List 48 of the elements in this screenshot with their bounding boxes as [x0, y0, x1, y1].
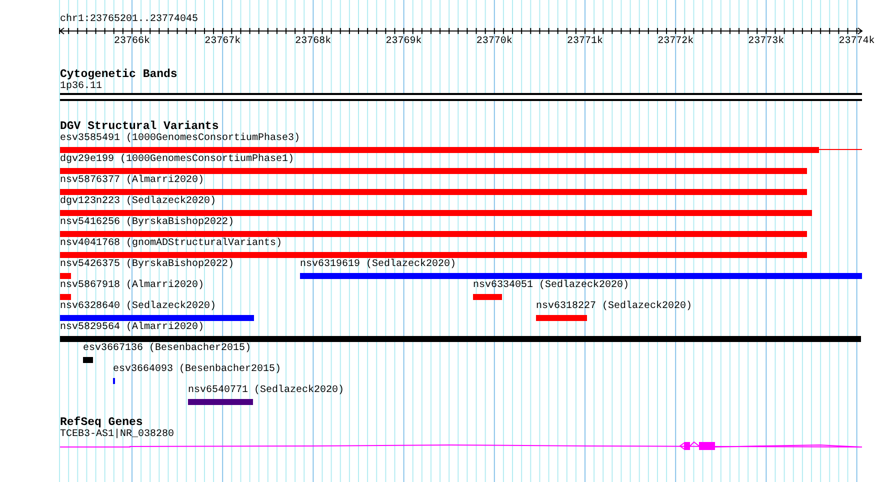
- variant-bar[interactable]: [300, 273, 862, 279]
- variant-label: nsv4041768 (gnomADStructuralVariants): [60, 238, 282, 250]
- variant-bar[interactable]: [473, 294, 502, 300]
- variant-label: dgv123n223 (Sedlazeck2020): [60, 196, 216, 208]
- ruler-label: 23770k: [476, 36, 512, 48]
- ruler-label: 23771k: [567, 36, 603, 48]
- ruler-label: 23774k: [838, 36, 875, 48]
- ruler-label: 23773k: [748, 36, 784, 48]
- gene-model-drawing[interactable]: [60, 441, 862, 450]
- variant-bar[interactable]: [60, 273, 71, 279]
- ruler-label: 23769k: [386, 36, 422, 48]
- variant-bar[interactable]: [60, 168, 807, 174]
- variant-bar[interactable]: [60, 336, 861, 342]
- variant-bar[interactable]: [60, 252, 807, 258]
- variant-line: [819, 149, 862, 150]
- variant-label: nsv6540771 (Sedlazeck2020): [188, 385, 344, 397]
- variant-bar[interactable]: [60, 294, 71, 300]
- variant-bar[interactable]: [188, 399, 253, 405]
- variant-bar[interactable]: [60, 210, 812, 216]
- variant-bar[interactable]: [60, 231, 807, 237]
- variant-bar[interactable]: [536, 315, 587, 321]
- ruler-label: 23766k: [114, 36, 150, 48]
- variant-bar[interactable]: [60, 147, 819, 153]
- track-title: DGV Structural Variants: [60, 121, 219, 133]
- variant-label: nsv5829564 (Almarri2020): [60, 322, 204, 334]
- ruler-label: 23772k: [658, 36, 694, 48]
- band-label: 1p36.11: [60, 81, 102, 93]
- gene-label: TCEB3-AS1|NR_038280: [60, 429, 174, 441]
- track-title: Cytogenetic Bands: [60, 69, 178, 81]
- variant-label: nsv5416256 (ByrskaBishop2022): [60, 217, 234, 229]
- variant-label: dgv29e199 (1000GenomesConsortiumPhase1): [60, 154, 294, 166]
- track-title: RefSeq Genes: [60, 417, 143, 429]
- variant-label: nsv5426375 (ByrskaBishop2022): [60, 259, 234, 271]
- location-label: chr1:23765201..23774045: [60, 14, 198, 26]
- variant-label: esv3585491 (1000GenomesConsortiumPhase3): [60, 133, 300, 145]
- variant-label: nsv6319619 (Sedlazeck2020): [300, 259, 456, 271]
- variant-label: esv3664093 (Besenbacher2015): [113, 364, 282, 376]
- ruler-label: 23768k: [295, 36, 332, 48]
- variant-label: nsv5876377 (Almarri2020): [60, 175, 204, 187]
- variant-bar[interactable]: [60, 189, 807, 195]
- variant-label: nsv5867918 (Almarri2020): [60, 280, 204, 292]
- variant-label: nsv6328640 (Sedlazeck2020): [60, 301, 216, 313]
- variant-bar[interactable]: [60, 315, 254, 321]
- variant-label: nsv6318227 (Sedlazeck2020): [536, 301, 692, 313]
- ruler-label: 23767k: [204, 36, 241, 48]
- variant-label: nsv6334051 (Sedlazeck2020): [473, 280, 630, 292]
- variant-label: esv3667136 (Besenbacher2015): [83, 343, 252, 355]
- variant-bar[interactable]: [83, 357, 93, 363]
